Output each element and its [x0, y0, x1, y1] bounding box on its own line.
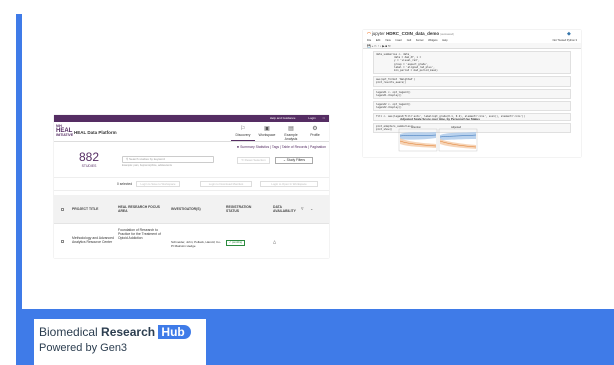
- brand-footer: Biomedical Research Hub Powered by Gen3: [34, 319, 206, 365]
- cut-icon[interactable]: ✂: [374, 44, 377, 48]
- hub-badge: Hub: [158, 325, 191, 339]
- study-count-box: 882 STUDIES: [60, 151, 118, 173]
- workspace-icon: ▣: [264, 126, 270, 132]
- save-to-workspace-button[interactable]: Login to Save to Workspace: [136, 181, 180, 187]
- row-checkbox[interactable]: [61, 240, 64, 243]
- brand-subtitle: Powered by Gen3: [39, 342, 128, 354]
- selected-count: 0 selected: [117, 182, 133, 186]
- heal-topbar: Help and Guidance Login ⇨: [54, 115, 329, 122]
- menu-edit[interactable]: Edit: [376, 39, 380, 42]
- plot-subtitle-left: Intention: [411, 125, 422, 129]
- row-investigators: Schneider, John; Pollack, Harold; Co-PI …: [171, 240, 221, 249]
- plot-svg: Intention Adjusted: [398, 125, 478, 152]
- code-cell[interactable]: data_summarise <- data_ data = dem_df, x…: [373, 51, 571, 75]
- table-row[interactable]: Methodology and Advanced Analytics Resou…: [54, 223, 329, 258]
- nav-profile[interactable]: ⚙ Profile: [303, 125, 327, 141]
- chevron-down-icon[interactable]: ⌄: [310, 206, 313, 211]
- jupyter-logo[interactable]: ◠ jupyter HDRC_COIN_data_demo (autosaved…: [367, 31, 454, 37]
- menu-cell[interactable]: Cell: [407, 39, 411, 42]
- column-focus-area[interactable]: HEAL RESEARCH FOCUS AREA: [118, 205, 162, 213]
- jupyter-toolbar: 💾 + ✂ ↑ ↓ ▶ ■ ↻: [363, 43, 581, 49]
- row-project-title: Methodology and Advanced Analytics Resou…: [72, 236, 114, 245]
- python-logo-icon: ◆: [567, 31, 571, 37]
- data-availability-icon: △: [273, 239, 277, 244]
- check-icon: ✓: [229, 240, 232, 244]
- discovery-icon: ⚐: [240, 126, 246, 132]
- menu-widgets[interactable]: Widgets: [428, 39, 437, 42]
- menu-help[interactable]: Help: [442, 39, 447, 42]
- menu-file[interactable]: File: [367, 39, 371, 42]
- search-input[interactable]: ⚲ Search studies by keyword: [122, 156, 214, 163]
- heal-nav: ⚐ Discovery ▣ Workspace ▤ Example Analysis …: [231, 125, 327, 141]
- bullet-icon: ●: [236, 144, 240, 149]
- menu-kernel[interactable]: Kernel: [416, 39, 424, 42]
- save-icon[interactable]: 💾: [367, 44, 371, 48]
- column-project-title[interactable]: PROJECT TITLE: [72, 207, 114, 211]
- login-icon: ⇨: [322, 116, 325, 120]
- select-all-checkbox[interactable]: [61, 208, 64, 211]
- code-cell[interactable]: aws(opt_format 'Weighted') plot_results_…: [373, 76, 571, 87]
- code-cell[interactable]: legend2 <- opt_legend() legend2.display(…: [373, 101, 571, 112]
- reset-icon: ↻: [241, 158, 244, 162]
- search-icon: ⚲: [126, 157, 129, 161]
- heal-logo: NIH HEAL INITIATIVE: [56, 124, 74, 138]
- table-header: PROJECT TITLE HEAL RESEARCH FOCUS AREA I…: [54, 195, 329, 223]
- nav-discovery[interactable]: ⚐ Discovery: [231, 125, 255, 141]
- open-in-workspace-button[interactable]: Login to Open In Workspace: [260, 181, 318, 187]
- stop-icon[interactable]: ■: [385, 44, 387, 48]
- nav-example-analysis[interactable]: ▤ Example Analysis: [279, 125, 303, 141]
- study-count-label: STUDIES: [81, 164, 97, 168]
- plot-band-orange-right: [440, 139, 476, 149]
- heal-section-links[interactable]: ● Summary Statistics | Tags | Table of R…: [237, 144, 326, 149]
- menu-view[interactable]: View: [385, 39, 391, 42]
- notebook-name[interactable]: HDRC_COIN_data_demo: [386, 31, 439, 36]
- help-link[interactable]: Help and Guidance: [270, 116, 296, 120]
- plot-subtitle-right: Adjusted: [451, 125, 462, 129]
- chevron-down-icon: ⌄: [282, 158, 286, 162]
- login-link[interactable]: Login ⇨: [302, 116, 325, 120]
- heal-title: HEAL Data Platform: [74, 130, 117, 135]
- row-focus-area: Foundation of Research to Practice for t…: [118, 228, 161, 241]
- jupyter-header: ◠ jupyter HDRC_COIN_data_demo (autosaved…: [363, 30, 581, 38]
- column-investigators[interactable]: INVESTIGATOR(S): [171, 207, 211, 211]
- brand-title: Biomedical Research Hub: [39, 325, 191, 339]
- filter-icon[interactable]: ▿: [301, 206, 304, 211]
- column-registration-status[interactable]: REGISTRATION STATUS: [226, 205, 260, 213]
- action-bar: 0 selected Login to Save to Workspace Lo…: [54, 177, 329, 191]
- jupyter-logo-icon: ◠: [367, 31, 371, 36]
- restart-icon[interactable]: ↻: [388, 44, 391, 48]
- column-data-availability[interactable]: DATA AVAILABILITY: [273, 205, 301, 213]
- plot-title: Adjusted Scale Score over time, by Perso…: [400, 117, 480, 121]
- download-manifest-button[interactable]: Login to Download Manifest: [200, 181, 252, 187]
- page-frame: Help and Guidance Login ⇨ NIH HEAL INITI…: [0, 0, 614, 365]
- study-count: 882: [78, 150, 100, 164]
- menu-insert[interactable]: Insert: [395, 39, 402, 42]
- reset-selection-button[interactable]: ↻ Reset Selection: [237, 157, 270, 164]
- notebook-plot-output: Adjusted Scale Score over time, by Perso…: [373, 117, 493, 156]
- jupyter-notebook-screenshot: ◠ jupyter HDRC_COIN_data_demo (autosaved…: [363, 30, 581, 157]
- code-cell[interactable]: legend1 <- opt_legend() legend1.display(…: [373, 88, 571, 100]
- status-badge: ✓ pending: [226, 240, 246, 246]
- search-help-text: Example: pain, buprenorphine, adolescent…: [122, 164, 172, 167]
- study-filters-button[interactable]: ⌄ Study Filters: [275, 157, 313, 164]
- gear-icon: ⚙: [312, 126, 318, 132]
- chart-icon: ▤: [288, 126, 294, 132]
- autosave-status: (autosaved): [440, 33, 454, 36]
- move-up-icon[interactable]: ↑: [378, 44, 380, 48]
- heal-platform-screenshot: Help and Guidance Login ⇨ NIH HEAL INITI…: [54, 115, 329, 258]
- heal-header: NIH HEAL INITIATIVE HEAL Data Platform ⚐…: [54, 122, 329, 142]
- nav-workspace[interactable]: ▣ Workspace: [255, 125, 279, 141]
